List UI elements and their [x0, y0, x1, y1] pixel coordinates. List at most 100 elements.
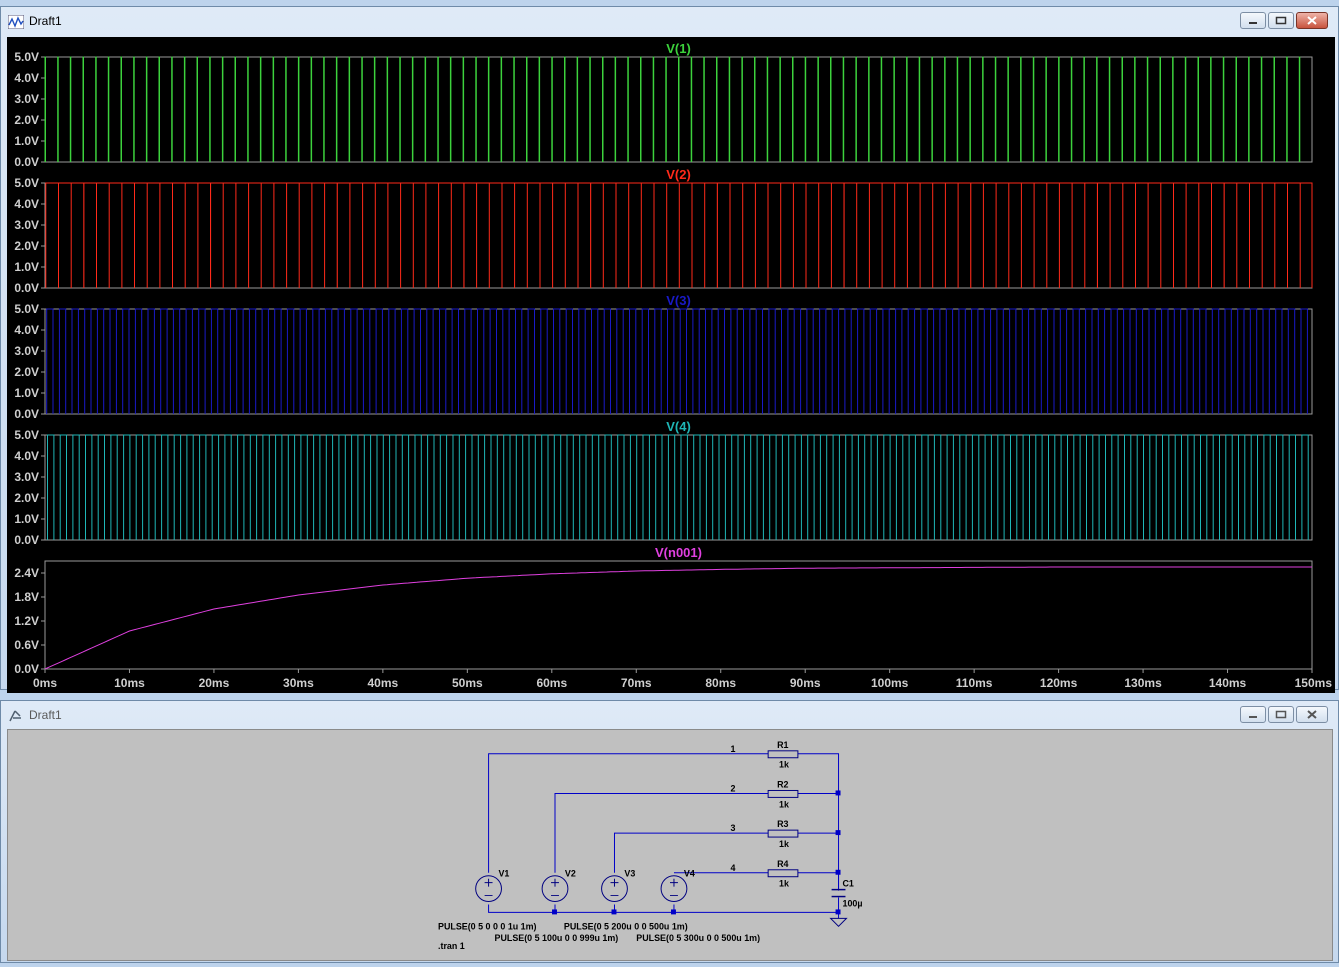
y-tick-label: 4.0V: [14, 449, 39, 463]
pane-frame-1: [44, 182, 1313, 289]
r4-value: 1k: [779, 879, 789, 889]
x-tick-label: 90ms: [790, 676, 821, 690]
y-tick-label: 1.8V: [14, 590, 39, 604]
capacitor-c1[interactable]: [831, 888, 846, 898]
voltage-source-v2[interactable]: [541, 875, 569, 903]
v2-ref: V2: [565, 869, 576, 879]
v3-ref: V3: [624, 869, 635, 879]
y-tick-label: 0.0V: [14, 533, 39, 547]
x-tick-label: 20ms: [199, 676, 230, 690]
y-tick-label: 3.0V: [14, 218, 39, 232]
x-tick-label: 150ms: [1295, 676, 1333, 690]
waveform-title-bar[interactable]: Draft1: [1, 7, 1338, 35]
waveform-window-title: Draft1: [29, 14, 62, 28]
y-tick-label: 3.0V: [14, 92, 39, 106]
voltage-source-v1[interactable]: [475, 875, 502, 903]
v4-ref: V4: [684, 869, 695, 879]
pane-frame-4: [44, 560, 1313, 670]
net-label-2: 2: [730, 783, 735, 793]
c1-ref: C1: [843, 879, 854, 889]
v2-spec: PULSE(0 5 100u 0 0 999u 1m): [495, 933, 619, 943]
r3-value: 1k: [779, 839, 789, 849]
x-tick-label: 130ms: [1124, 676, 1162, 690]
waveform-plot-area[interactable]: V(1) 5.0V 4.0V 3.0V 2.0V 1.0V 0.0V V(2) 5.0V 4.0V…: [7, 37, 1335, 693]
net-label-3: 3: [730, 823, 735, 833]
schematic-app-icon: [9, 710, 21, 722]
resistor-r2[interactable]: [767, 789, 799, 798]
y-tick-label: 0.0V: [14, 155, 39, 169]
v1-spec: PULSE(0 5 0 0 0 1u 1m): [438, 921, 537, 931]
r1-value: 1k: [779, 760, 789, 770]
voltage-source-v3[interactable]: [601, 875, 628, 903]
y-tick-label: 4.0V: [14, 71, 39, 85]
y-tick-label: 0.0V: [14, 662, 39, 676]
trace-0: [44, 56, 1301, 162]
maximize-button[interactable]: [1268, 12, 1294, 29]
trace-3: [47, 434, 1309, 540]
minimize-button[interactable]: [1240, 706, 1266, 723]
minimize-button[interactable]: [1240, 12, 1266, 29]
schematic-window-title: Draft1: [29, 708, 62, 722]
r1-ref: R1: [777, 740, 788, 750]
x-tick-label: 110ms: [956, 676, 993, 690]
x-tick-label: 120ms: [1040, 676, 1078, 690]
y-tick-label: 1.2V: [14, 614, 39, 628]
y-tick-label: 5.0V: [14, 50, 39, 64]
resistor-r3[interactable]: [767, 829, 799, 838]
schematic-title-bar[interactable]: Draft1: [1, 701, 1338, 729]
close-button[interactable]: [1296, 706, 1328, 723]
x-tick-label: 10ms: [114, 676, 145, 690]
waveform-window[interactable]: Draft1 V(1) 5.0V 4.0V 3.0V 2.0V 1.0V 0.0V V(2) 5…: [0, 6, 1339, 693]
r3-ref: R3: [777, 819, 788, 829]
y-tick-label: 0.0V: [14, 407, 39, 421]
x-tick-label: 30ms: [283, 676, 314, 690]
y-tick-label: 2.0V: [14, 113, 39, 127]
resistor-r1[interactable]: [767, 750, 799, 759]
y-tick-label: 1.0V: [14, 260, 39, 274]
x-tick-label: 100ms: [871, 676, 909, 690]
trace-label[interactable]: V(n001): [655, 545, 702, 560]
trace-1: [45, 182, 1313, 288]
y-tick-label: 2.0V: [14, 491, 39, 505]
net-label-4: 4: [730, 863, 735, 873]
resistor-r4[interactable]: [767, 869, 799, 878]
y-tick-label: 2.0V: [14, 239, 39, 253]
trace-label[interactable]: V(2): [666, 167, 691, 182]
waveform-app-icon: [8, 15, 24, 29]
y-tick-label: 2.4V: [14, 566, 39, 580]
v4-spec: PULSE(0 5 300u 0 0 500u 1m): [636, 933, 760, 943]
y-tick-label: 5.0V: [14, 428, 39, 442]
trace-4: [44, 566, 1312, 670]
voltage-source-v4[interactable]: [660, 875, 688, 903]
schematic-window[interactable]: Draft1 1 2 3 4 R1 1k R2 1k R3 1k R4 1k C…: [0, 700, 1339, 963]
y-tick-label: 1.0V: [14, 134, 39, 148]
y-tick-label: 3.0V: [14, 344, 39, 358]
close-button[interactable]: [1296, 12, 1328, 29]
trace-label[interactable]: V(4): [666, 419, 691, 434]
pane-frame-2: [44, 308, 1313, 415]
y-tick-label: 5.0V: [14, 302, 39, 316]
y-tick-label: 1.0V: [14, 512, 39, 526]
x-tick-label: 80ms: [705, 676, 736, 690]
y-tick-label: 1.0V: [14, 386, 39, 400]
y-tick-label: 2.0V: [14, 365, 39, 379]
trace-2: [46, 308, 1308, 414]
x-tick-label: 50ms: [452, 676, 483, 690]
schematic-canvas[interactable]: 1 2 3 4 R1 1k R2 1k R3 1k R4 1k C1 100µ …: [7, 729, 1333, 961]
trace-label[interactable]: V(3): [666, 293, 691, 308]
close-icon: [1307, 16, 1317, 25]
x-tick-label: 60ms: [536, 676, 567, 690]
y-tick-label: 4.0V: [14, 323, 39, 337]
x-tick-label: 140ms: [1209, 676, 1247, 690]
v1-ref: V1: [498, 869, 509, 879]
y-tick-label: 0.6V: [14, 638, 39, 652]
maximize-icon: [1275, 16, 1287, 25]
y-tick-label: 3.0V: [14, 470, 39, 484]
minimize-icon: [1249, 715, 1257, 718]
pane-frame-3: [44, 434, 1313, 541]
ground-icon: [829, 917, 848, 927]
maximize-button[interactable]: [1268, 706, 1294, 723]
trace-label[interactable]: V(1): [666, 41, 691, 56]
y-tick-label: 5.0V: [14, 176, 39, 190]
v3-spec: PULSE(0 5 200u 0 0 500u 1m): [564, 921, 688, 931]
